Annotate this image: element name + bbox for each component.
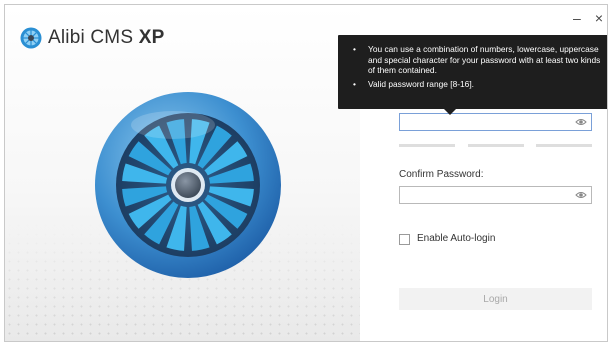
auto-login-checkbox[interactable] (399, 234, 410, 245)
confirm-password-field[interactable] (399, 186, 592, 204)
confirm-password-input[interactable] (403, 188, 567, 204)
strength-bar (467, 144, 524, 147)
show-password-icon[interactable] (575, 117, 587, 127)
password-rules-tooltip: You can use a combination of numbers, lo… (338, 35, 607, 115)
brand: Alibi CMS XP (20, 27, 164, 49)
window-controls: – × (573, 11, 603, 25)
close-button[interactable]: × (595, 11, 603, 25)
confirm-password-label: Confirm Password: (399, 169, 484, 180)
camera-lens-icon (95, 92, 281, 278)
strength-bar (399, 144, 455, 147)
login-button[interactable]: Login (399, 288, 592, 310)
branding-pane: Alibi CMS XP (5, 5, 360, 341)
login-window: Alibi CMS XP – × Confirm Password: Enabl… (4, 4, 608, 342)
app-logo-icon (20, 27, 42, 49)
password-field[interactable] (399, 113, 592, 131)
app-name: Alibi CMS XP (48, 27, 165, 48)
show-password-icon[interactable] (575, 190, 587, 200)
auto-login-label[interactable]: Enable Auto-login (417, 233, 495, 244)
tooltip-item: Valid password range [8-16]. (350, 79, 606, 90)
strength-bar (536, 144, 592, 147)
password-input[interactable] (403, 115, 567, 131)
tooltip-item: You can use a combination of numbers, lo… (350, 44, 606, 76)
minimize-button[interactable]: – (573, 11, 581, 25)
password-strength-meter (399, 144, 592, 147)
